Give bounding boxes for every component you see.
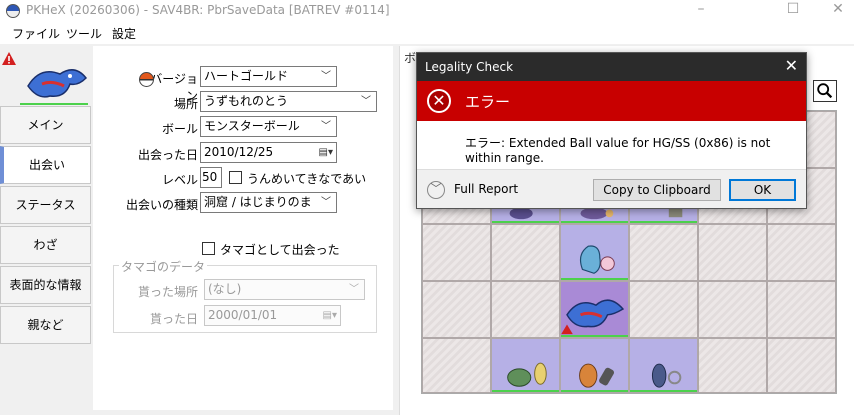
minimize-button[interactable]: – bbox=[678, 0, 724, 22]
box-slot[interactable] bbox=[698, 281, 767, 338]
chevron-down-icon[interactable]: ﹀ bbox=[427, 181, 445, 199]
egg-location-select[interactable]: (なし) ﹀ bbox=[204, 279, 365, 300]
location-value: うずもれのとう bbox=[204, 94, 289, 108]
copy-to-clipboard-button[interactable]: Copy to Clipboard bbox=[593, 179, 721, 201]
error-heading: エラー bbox=[465, 93, 511, 111]
error-x-icon: ✕ bbox=[427, 89, 451, 113]
version-select[interactable]: ハートゴールド ﹀ bbox=[200, 66, 337, 87]
level-label: レベル bbox=[161, 173, 198, 187]
box-slot[interactable] bbox=[629, 224, 698, 281]
ball-value: モンスターボール bbox=[204, 119, 300, 133]
menu-bar: ファイル ツール 設定 bbox=[0, 22, 854, 44]
egg-date-label: 貰った日 bbox=[149, 312, 198, 326]
ball-select[interactable]: モンスターボール ﹀ bbox=[200, 116, 337, 137]
encounter-type-label: 出会いの種類 bbox=[125, 198, 198, 212]
box-slot[interactable] bbox=[491, 338, 560, 393]
box-slot[interactable] bbox=[422, 224, 491, 281]
warning-icon bbox=[2, 52, 16, 65]
egg-location-value: (なし) bbox=[208, 282, 242, 296]
box-slot[interactable] bbox=[560, 338, 629, 393]
close-window-button[interactable]: ✕ bbox=[815, 0, 854, 22]
encounter-type-select[interactable]: 洞窟 / はじまりのま ﹀ bbox=[200, 192, 337, 213]
egg-met-checkbox[interactable] bbox=[202, 242, 215, 255]
chevron-down-icon: ﹀ bbox=[321, 71, 331, 82]
search-icon bbox=[817, 83, 833, 99]
maximize-button[interactable]: ☐ bbox=[770, 0, 816, 22]
menu-tools[interactable]: ツール bbox=[66, 25, 102, 42]
box-slot[interactable] bbox=[422, 281, 491, 338]
error-message: エラー: Extended Ball value for HG/SS (0x86… bbox=[465, 136, 771, 165]
box-slot[interactable] bbox=[698, 338, 767, 393]
window-title: PKHeX (20260306) - SAV4BR: PbrSaveData [… bbox=[26, 3, 390, 17]
dialog-title-bar: Legality Check ✕ bbox=[417, 53, 806, 81]
box-slot[interactable] bbox=[422, 338, 491, 393]
egg-date-value: 2000/01/01 bbox=[208, 308, 278, 322]
sidebar: メイン 出会い ステータス わざ 表面的な情報 親など bbox=[0, 46, 92, 415]
location-label: 場所 bbox=[173, 97, 198, 111]
chevron-down-icon: ﹀ bbox=[349, 284, 359, 295]
met-date-value: 2010/12/25 bbox=[204, 145, 274, 159]
title-bar: PKHeX (20260306) - SAV4BR: PbrSaveData [… bbox=[0, 0, 854, 22]
tab-moves[interactable]: わざ bbox=[0, 226, 91, 264]
dialog-title: Legality Check bbox=[425, 60, 514, 74]
legality-dialog: Legality Check ✕ ✕ エラー エラー: Extended Bal… bbox=[416, 52, 807, 209]
egg-location-label: 貰った場所 bbox=[137, 285, 198, 299]
menu-file[interactable]: ファイル bbox=[12, 25, 60, 42]
box-slot[interactable] bbox=[491, 281, 560, 338]
encounter-type-value: 洞窟 / はじまりのま bbox=[204, 195, 312, 209]
box-slot[interactable] bbox=[629, 338, 698, 393]
egg-data-title: タマゴのデータ bbox=[119, 258, 208, 275]
box-slot[interactable] bbox=[629, 281, 698, 338]
ball-label: ボール bbox=[161, 122, 198, 136]
tab-stats[interactable]: ステータス bbox=[0, 186, 91, 224]
dialog-close-button[interactable]: ✕ bbox=[785, 53, 798, 79]
tab-ot[interactable]: 親など bbox=[0, 306, 91, 344]
box-slot[interactable] bbox=[698, 224, 767, 281]
pokemon-sprite-icon bbox=[27, 69, 88, 98]
box-slot[interactable] bbox=[767, 224, 836, 281]
calendar-icon[interactable]: ▤▾ bbox=[323, 306, 337, 325]
chevron-down-icon: ﹀ bbox=[321, 121, 331, 132]
chevron-down-icon: ﹀ bbox=[321, 197, 331, 208]
pokemon-sprite-icon bbox=[579, 245, 615, 274]
level-value: 50 bbox=[202, 170, 218, 184]
level-input[interactable]: 50 bbox=[200, 167, 222, 188]
tab-met[interactable]: 出会い bbox=[0, 146, 91, 184]
box-slot[interactable] bbox=[491, 224, 560, 281]
tab-cosmetic[interactable]: 表面的な情報 bbox=[0, 266, 91, 304]
pokemon-sprite-icon bbox=[561, 299, 625, 335]
fateful-checkbox[interactable] bbox=[229, 171, 242, 184]
pokemon-sprite-icon bbox=[579, 363, 614, 388]
fateful-label: うんめいてきなであい bbox=[247, 172, 367, 186]
full-report-toggle[interactable]: Full Report bbox=[454, 182, 518, 196]
dialog-footer: ﹀ Full Report Copy to Clipboard OK bbox=[417, 169, 806, 208]
tab-box[interactable]: ボ bbox=[404, 49, 416, 66]
error-band: ✕ エラー bbox=[417, 81, 806, 121]
calendar-icon[interactable]: ▤▾ bbox=[319, 143, 333, 162]
menu-settings[interactable]: 設定 bbox=[112, 25, 136, 42]
box-slot[interactable] bbox=[767, 338, 836, 393]
ok-button[interactable]: OK bbox=[729, 179, 796, 201]
pokeball-icon bbox=[139, 72, 154, 87]
egg-met-label: タマゴとして出会った bbox=[220, 243, 340, 257]
location-select[interactable]: うずもれのとう ﹀ bbox=[200, 91, 377, 112]
pokemon-sprite-icon bbox=[651, 363, 682, 388]
pokemon-sprite-icon bbox=[507, 362, 547, 387]
version-value: ハートゴールド bbox=[204, 69, 289, 83]
pokeball-app-icon bbox=[6, 4, 20, 18]
legal-indicator-line bbox=[20, 103, 88, 105]
chevron-down-icon: ﹀ bbox=[361, 96, 371, 107]
egg-date-picker[interactable]: 2000/01/01 ▤▾ bbox=[204, 305, 341, 326]
met-date-picker[interactable]: 2010/12/25 ▤▾ bbox=[200, 142, 337, 163]
met-date-label: 出会った日 bbox=[137, 148, 198, 162]
box-slot[interactable] bbox=[560, 224, 629, 281]
box-slot-selected[interactable] bbox=[560, 281, 629, 338]
search-button[interactable] bbox=[813, 80, 837, 102]
box-slot[interactable] bbox=[767, 281, 836, 338]
tab-main[interactable]: メイン bbox=[0, 106, 91, 144]
